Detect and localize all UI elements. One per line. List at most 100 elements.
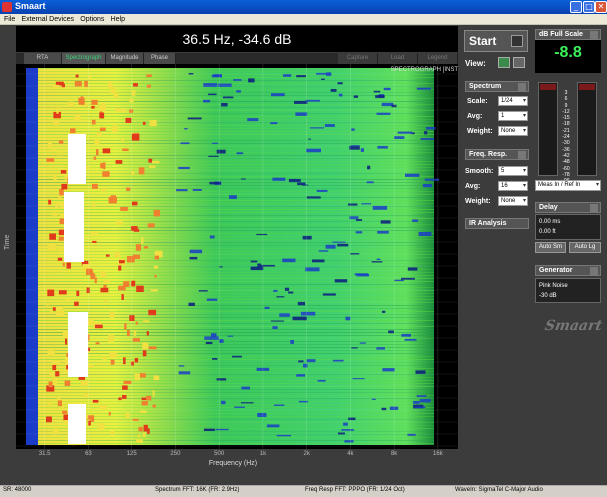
tab-load[interactable]: Load: [378, 53, 418, 64]
tab-legend[interactable]: Legend: [418, 53, 458, 64]
spectrograph-hotspot: [48, 381, 53, 388]
fr-weight-select[interactable]: None: [498, 196, 528, 206]
spectrograph-hotspot: [91, 99, 98, 105]
spectrograph-streak: [36, 368, 434, 369]
tab-spectrograph[interactable]: Spectrograph: [62, 53, 106, 64]
spectrograph-low-patch: [353, 95, 358, 98]
maximize-button[interactable]: □: [583, 1, 595, 13]
spectrograph-low-patch: [354, 273, 369, 276]
spectrograph-hotspot: [120, 207, 128, 211]
spectrograph-hotspot: [142, 432, 146, 438]
spectrograph-low-patch: [382, 368, 395, 372]
spectrograph-low-patch: [373, 90, 381, 93]
spectrograph-hotspot: [109, 311, 115, 319]
spectrograph-low-patch: [295, 112, 308, 116]
fr-avg-select[interactable]: 16: [498, 181, 528, 191]
smooth-label: Smooth:: [465, 168, 494, 175]
tab-phase[interactable]: Phase: [144, 53, 176, 64]
spectrograph-hotspot: [142, 350, 147, 357]
tab-capture[interactable]: Capture: [338, 53, 378, 64]
spectrograph-hotspot: [140, 410, 147, 414]
spectrum-button[interactable]: Spectrum: [465, 81, 529, 92]
spectrograph-hotspot: [88, 365, 93, 369]
fr-weight-label: Weight:: [465, 198, 491, 205]
delay-title: Delay: [539, 204, 558, 211]
ir-analysis-button[interactable]: IR Analysis: [465, 218, 529, 229]
spectrograph-hotspot: [123, 357, 126, 365]
view-single-icon[interactable]: [498, 57, 510, 68]
spectrograph-hotspot: [108, 412, 111, 416]
meter-input-select[interactable]: Meas In / Ref In: [535, 180, 601, 191]
spectrograph-streak: [36, 137, 434, 138]
spectrograph-streak: [36, 173, 434, 174]
spectrograph-low-patch: [322, 293, 336, 296]
spectrograph-low-patch: [297, 301, 305, 306]
view-split-icon[interactable]: [513, 57, 525, 68]
spectrograph-plot[interactable]: SPECTROGRAPH [INST: [16, 64, 458, 449]
spectrograph-low-patch: [344, 440, 354, 443]
spectrograph-base: [36, 68, 434, 445]
spectrum-avg-select[interactable]: 1: [498, 111, 528, 121]
tab-rta[interactable]: RTA: [24, 53, 62, 64]
spectrograph-hotspot: [113, 251, 121, 258]
spectrograph-low-patch: [198, 290, 208, 292]
freq-resp-button[interactable]: Freq. Resp.: [465, 149, 529, 160]
scale-select[interactable]: 1/24: [498, 96, 528, 106]
auto-lg-button[interactable]: Auto Lg: [569, 242, 601, 253]
smooth-select[interactable]: 5: [498, 166, 528, 176]
spectrograph-hotspot: [122, 148, 129, 151]
menu-file[interactable]: File: [4, 14, 15, 25]
spectrograph-hotspot: [124, 323, 127, 330]
delay-ms[interactable]: 0.00 ms: [539, 219, 560, 225]
spectrograph-streak: [36, 335, 434, 336]
generator-button[interactable]: Generator: [535, 265, 601, 276]
spectrograph-hotspot: [74, 81, 82, 87]
generator-level[interactable]: -30 dB: [539, 293, 557, 299]
minimize-button[interactable]: _: [570, 1, 582, 13]
start-indicator: [511, 35, 523, 47]
spectrograph-hotspot: [46, 303, 49, 306]
start-button[interactable]: Start: [464, 30, 528, 52]
spectrograph-canvas: [16, 64, 458, 449]
spectrograph-hotspot: [132, 337, 140, 342]
spectrograph-low-patch: [272, 326, 278, 330]
spectrograph-low-patch: [404, 338, 417, 341]
spectrograph-streak: [36, 203, 434, 204]
spectrograph-low-patch: [332, 359, 344, 362]
spectrograph-low-patch: [203, 428, 215, 431]
generator-box: Pink Noise -30 dB: [535, 278, 601, 303]
spectrograph-streak: [36, 329, 434, 330]
delay-ft[interactable]: 0.00 ft: [539, 229, 556, 235]
x-axis-label: Frequency (Hz): [208, 460, 258, 467]
spectrograph-hotspot: [57, 400, 62, 407]
delay-button[interactable]: Delay: [535, 202, 601, 213]
spectrograph-streak: [36, 239, 434, 240]
status-bar: SR: 48000 Spectrum FFT: 16K (FR: 2.9Hz) …: [0, 485, 607, 497]
spectrograph-hotspot: [115, 160, 123, 164]
generator-type[interactable]: Pink Noise: [539, 283, 568, 289]
spectrum-weight-select[interactable]: None: [498, 126, 528, 136]
spectrograph-hotspot: [95, 324, 103, 329]
spectrograph-low-patch: [234, 406, 245, 408]
spectrograph-hotspot: [66, 262, 71, 269]
auto-sm-button[interactable]: Auto Sm: [535, 242, 566, 253]
spectrograph-low-patch: [248, 78, 255, 83]
spectrograph-low-patch: [256, 233, 268, 236]
tab-magnitude[interactable]: Magnitude: [106, 53, 144, 64]
close-button[interactable]: ✕: [595, 1, 607, 13]
spectrograph-low-patch: [211, 333, 217, 337]
spectrograph-low-patch: [288, 178, 301, 183]
spectrograph-low-patch: [338, 93, 343, 97]
spectrograph-streak: [36, 179, 434, 180]
spectrograph-low-patch: [416, 395, 427, 397]
fr-avg-label: Avg:: [465, 183, 481, 190]
dbfs-button[interactable]: dB Full Scale: [535, 29, 601, 40]
spectrograph-low-patch: [178, 166, 190, 170]
menu-external-devices[interactable]: External Devices: [22, 14, 75, 25]
menu-options[interactable]: Options: [80, 14, 104, 25]
menu-bar: File External Devices Options Help: [0, 14, 607, 25]
dbfs-value: -8.8: [554, 44, 582, 61]
plot-overlay-label: SPECTROGRAPH [INST: [390, 67, 458, 73]
menu-help[interactable]: Help: [111, 14, 125, 25]
x-tick-label: 63: [85, 451, 92, 457]
